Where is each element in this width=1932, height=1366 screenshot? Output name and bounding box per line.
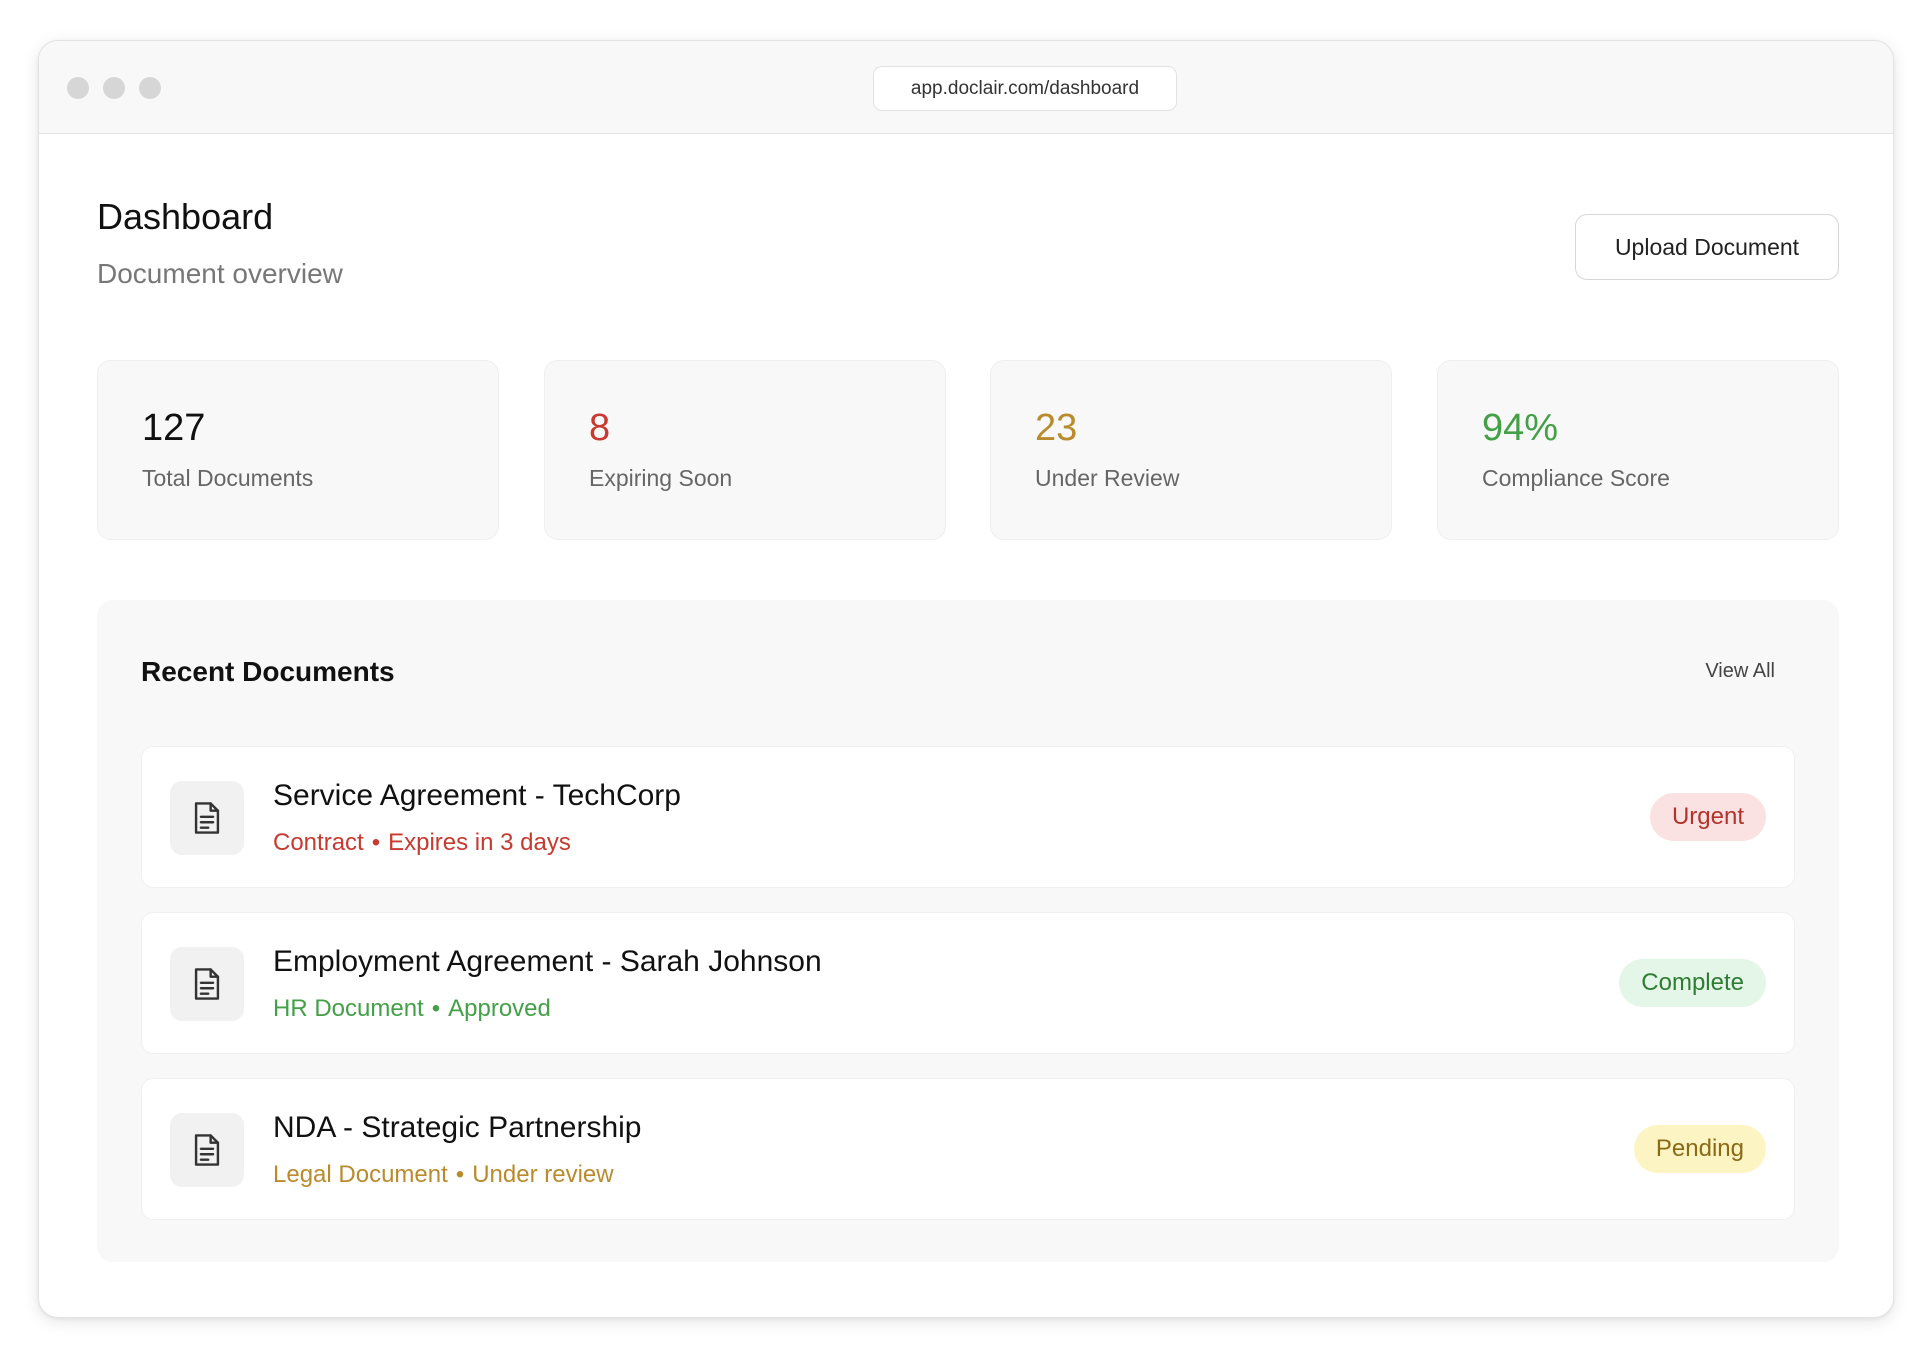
stat-value: 23	[1035, 407, 1078, 449]
recent-documents-panel: Recent Documents View All Service Agreem…	[97, 600, 1839, 1262]
view-all-link[interactable]: View All	[1705, 660, 1775, 683]
document-meta: HR Document • Approved	[273, 995, 551, 1023]
window-maximize-dot[interactable]	[139, 77, 161, 99]
document-name: Employment Agreement - Sarah Johnson	[273, 945, 822, 978]
stat-card-expiring-soon: 8 Expiring Soon	[544, 360, 946, 540]
browser-titlebar: app.doclair.com/dashboard	[39, 41, 1893, 134]
document-row[interactable]: Service Agreement - TechCorp Contract • Ex…	[141, 746, 1795, 888]
document-row[interactable]: NDA - Strategic Partnership Legal Docume…	[141, 1078, 1795, 1220]
meta-separator: •	[455, 1161, 465, 1188]
browser-window: app.doclair.com/dashboard Dashboard Docu…	[38, 40, 1894, 1318]
status-badge: Urgent	[1649, 793, 1766, 841]
window-minimize-dot[interactable]	[103, 77, 125, 99]
document-type: Contract	[273, 829, 364, 856]
stat-label: Expiring Soon	[589, 465, 733, 491]
stat-value: 94%	[1482, 407, 1559, 449]
document-status-text: Under review	[472, 1161, 614, 1188]
page-title: Dashboard	[97, 196, 274, 237]
stat-card-under-review: 23 Under Review	[990, 360, 1392, 540]
document-meta: Contract • Expires in 3 days	[273, 829, 571, 857]
stat-card-compliance-score: 94% Compliance Score	[1437, 360, 1839, 540]
stat-label: Under Review	[1035, 465, 1180, 491]
meta-separator: •	[431, 995, 441, 1022]
upload-document-button[interactable]: Upload Document	[1575, 214, 1839, 280]
document-icon	[170, 781, 244, 855]
document-type: HR Document	[273, 995, 424, 1022]
stat-label: Compliance Score	[1482, 465, 1670, 491]
stat-value: 127	[142, 407, 206, 449]
meta-separator: •	[371, 829, 381, 856]
document-name: NDA - Strategic Partnership	[273, 1111, 642, 1144]
window-close-dot[interactable]	[67, 77, 89, 99]
document-row[interactable]: Employment Agreement - Sarah Johnson HR …	[141, 912, 1795, 1054]
document-type: Legal Document	[273, 1161, 448, 1188]
section-title: Recent Documents	[141, 656, 395, 687]
document-status-text: Approved	[448, 995, 551, 1022]
document-name: Service Agreement - TechCorp	[273, 779, 681, 812]
document-icon	[170, 947, 244, 1021]
stat-label: Total Documents	[142, 465, 314, 491]
status-badge: Complete	[1619, 959, 1766, 1007]
stat-value: 8	[589, 407, 611, 449]
document-icon	[170, 1113, 244, 1187]
status-badge: Pending	[1633, 1125, 1766, 1173]
document-status-text: Expires in 3 days	[388, 829, 571, 856]
stat-card-total-documents: 127 Total Documents	[97, 360, 499, 540]
document-meta: Legal Document • Under review	[273, 1161, 614, 1189]
address-bar[interactable]: app.doclair.com/dashboard	[873, 66, 1177, 111]
page-subtitle: Document overview	[97, 258, 343, 289]
